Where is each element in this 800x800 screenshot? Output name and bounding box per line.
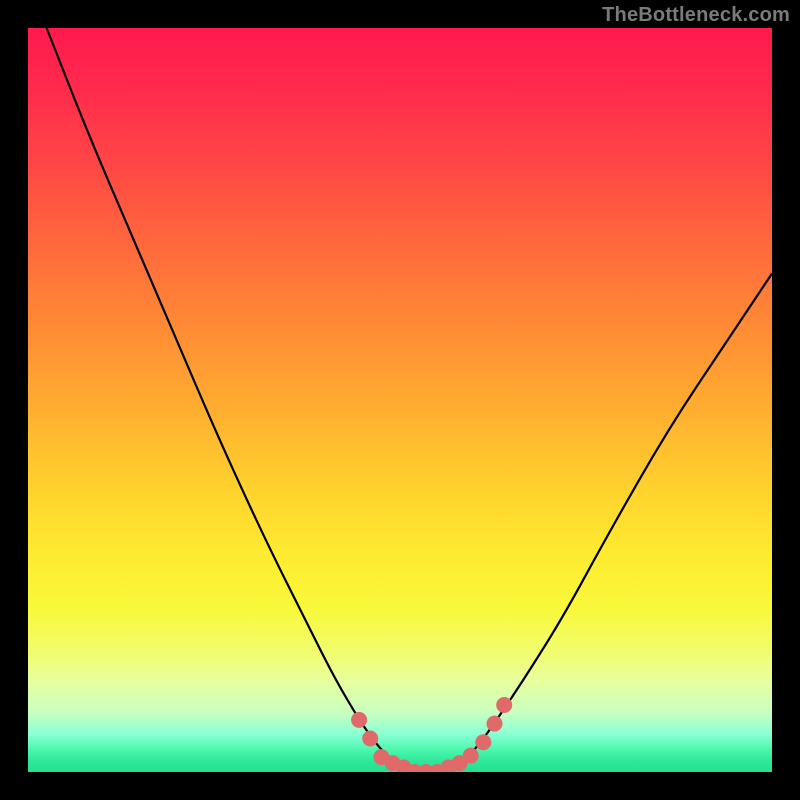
highlight-markers bbox=[351, 697, 512, 772]
curve-path bbox=[47, 28, 772, 772]
marker-dot bbox=[362, 731, 378, 747]
marker-dot bbox=[496, 697, 512, 713]
watermark-text: TheBottleneck.com bbox=[602, 4, 790, 27]
marker-dot bbox=[487, 716, 503, 732]
plot-area bbox=[28, 28, 772, 772]
chart-frame: TheBottleneck.com bbox=[0, 0, 800, 800]
marker-dot bbox=[475, 734, 491, 750]
bottleneck-curve bbox=[47, 28, 772, 772]
chart-svg bbox=[28, 28, 772, 772]
marker-dot bbox=[351, 712, 367, 728]
marker-dot bbox=[463, 748, 479, 764]
